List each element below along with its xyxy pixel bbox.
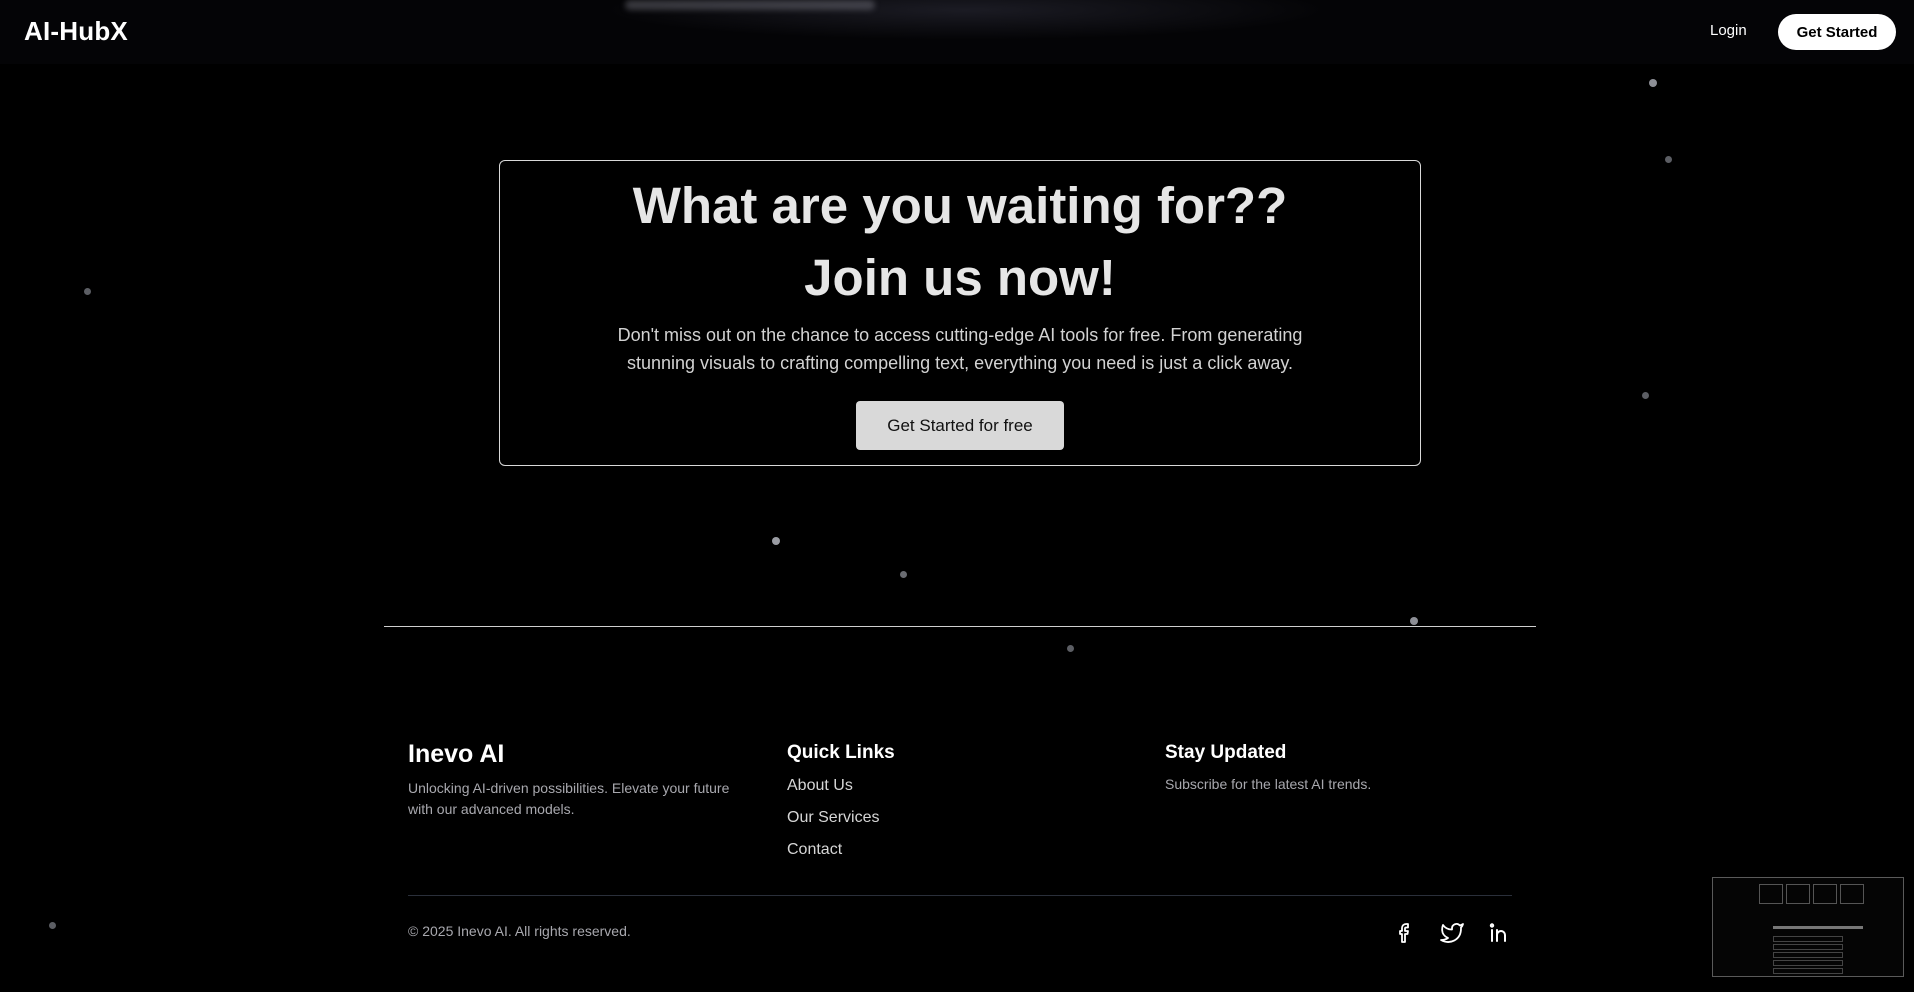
preview-card [1813, 884, 1837, 904]
cta-heading-question: What are you waiting for?? [632, 177, 1288, 234]
cta-description: Don't miss out on the chance to access c… [617, 325, 1303, 373]
stay-updated-heading: Stay Updated [1165, 742, 1287, 763]
star-dot [1410, 617, 1418, 625]
star-dot [772, 537, 780, 545]
footer-link-contact[interactable]: Contact [787, 841, 842, 859]
preview-row [1773, 952, 1843, 958]
section-divider [384, 626, 1536, 627]
preview-card [1759, 884, 1783, 904]
preview-row [1773, 968, 1843, 974]
star-dot [900, 571, 907, 578]
preview-card [1786, 884, 1810, 904]
star-dot [49, 922, 56, 929]
star-dot [1642, 392, 1649, 399]
preview-card [1840, 884, 1864, 904]
footer-link-about-us[interactable]: About Us [787, 777, 853, 795]
cta-card: What are you waiting for?? Join us now! … [499, 160, 1421, 466]
footer-divider [408, 895, 1512, 896]
star-dot [1067, 645, 1074, 652]
preview-row [1773, 936, 1843, 942]
page-preview-thumbnail[interactable] [1712, 877, 1904, 977]
linkedin-icon[interactable] [1486, 919, 1514, 947]
quick-links-heading: Quick Links [787, 742, 895, 763]
top-navbar: AI-HubX Login Get Started [0, 0, 1914, 64]
footer-brand: Inevo AI [408, 740, 505, 768]
stay-updated-text: Subscribe for the latest AI trends. [1165, 776, 1372, 792]
twitter-icon[interactable] [1438, 919, 1466, 947]
preview-row [1773, 960, 1843, 966]
star-dot [84, 288, 91, 295]
get-started-button[interactable]: Get Started [1778, 14, 1896, 50]
cta-heading-join: Join us now! [804, 249, 1116, 306]
get-started-free-button[interactable]: Get Started for free [856, 401, 1064, 450]
facebook-icon[interactable] [1391, 919, 1419, 947]
navbar-blur-bar [625, 0, 875, 10]
site-logo[interactable]: AI-HubX [24, 16, 128, 47]
footer-brand-description: Unlocking AI-driven possibilities. Eleva… [408, 780, 730, 817]
copyright-text: © 2025 Inevo AI. All rights reserved. [408, 923, 631, 939]
star-dot [1649, 79, 1657, 87]
login-link[interactable]: Login [1710, 22, 1747, 39]
star-dot [1665, 156, 1672, 163]
footer-link-our-services[interactable]: Our Services [787, 809, 879, 827]
preview-title [1773, 926, 1863, 929]
preview-row [1773, 944, 1843, 950]
